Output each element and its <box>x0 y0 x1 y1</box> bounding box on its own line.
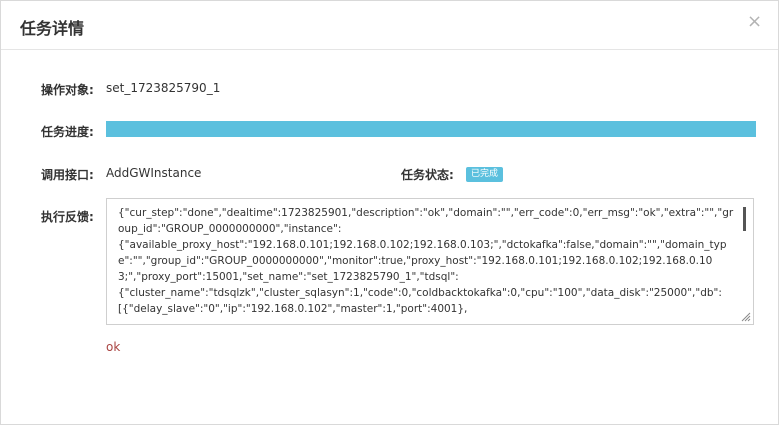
status-label: 任务状态: <box>401 168 454 182</box>
progress-label: 任务进度: <box>41 125 94 139</box>
target-label: 操作对象: <box>41 83 94 97</box>
dialog-title: 任务详情 <box>20 19 85 38</box>
feedback-label: 执行反馈: <box>41 210 94 224</box>
scrollbar-thumb[interactable] <box>743 207 746 231</box>
dialog-header: 任务详情 × <box>1 1 778 50</box>
target-value: set_1723825790_1 <box>106 81 221 95</box>
task-detail-dialog: 任务详情 × 操作对象: set_1723825790_1 任务进度: 调用接口… <box>0 0 779 425</box>
status-badge: 已完成 <box>466 167 504 182</box>
interface-value: AddGWInstance <box>106 166 202 180</box>
task-progress-bar <box>106 121 756 137</box>
interface-label: 调用接口: <box>41 168 94 182</box>
result-text: ok <box>106 340 121 354</box>
resize-handle-icon[interactable] <box>741 312 751 322</box>
feedback-content: {"cur_step":"done","dealtime":1723825901… <box>118 207 734 315</box>
progress-fill <box>106 121 756 137</box>
close-icon[interactable]: × <box>747 13 762 31</box>
feedback-textarea[interactable]: {"cur_step":"done","dealtime":1723825901… <box>106 198 754 325</box>
feedback-scrollbar[interactable] <box>739 199 753 324</box>
